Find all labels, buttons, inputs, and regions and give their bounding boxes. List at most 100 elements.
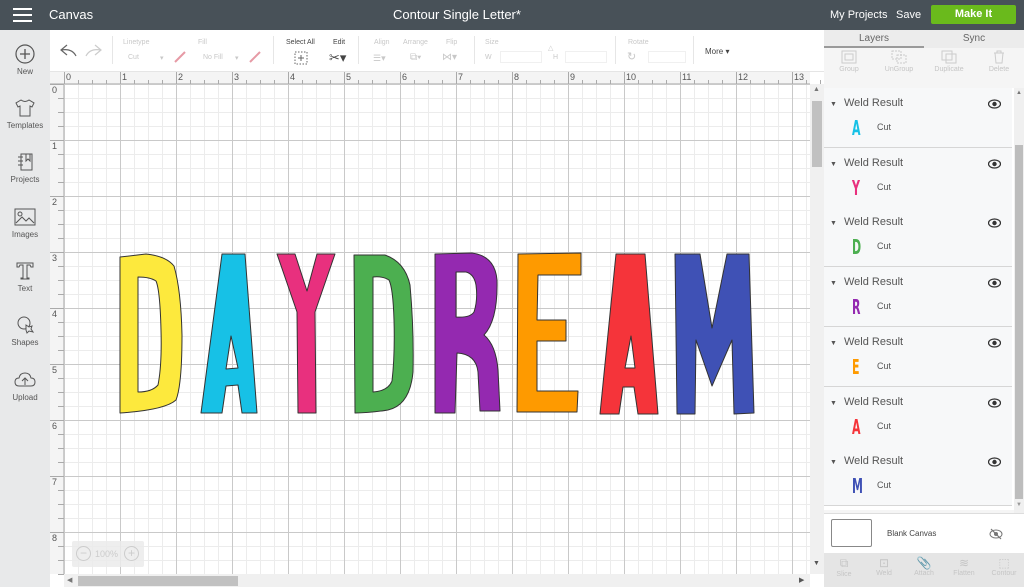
vertical-scrollbar[interactable]: ▲ ▼ (810, 84, 824, 574)
zoom-out-button[interactable]: − (76, 546, 91, 561)
ungroup-button[interactable]: UnGroup (874, 50, 924, 84)
rotate-icon[interactable]: ↻ (627, 50, 636, 63)
layer-row[interactable]: ▼ Weld Result M Cut (824, 446, 1012, 507)
layer-row[interactable]: ▼ Weld Result Y Cut (824, 147, 1012, 208)
letter-d-yellow[interactable] (119, 253, 183, 414)
sidebar-item-shapes[interactable]: Shapes (0, 315, 50, 365)
tab-sync[interactable]: Sync (924, 30, 1024, 48)
blank-canvas-swatch[interactable] (831, 519, 872, 547)
fill-dropdown-icon[interactable]: ▾ (235, 54, 239, 62)
layer-name[interactable]: Weld Result (844, 97, 903, 109)
scroll-right-icon[interactable]: ▶ (799, 576, 804, 584)
layer-thumbnail[interactable]: A (852, 415, 861, 439)
scroll-up-icon[interactable]: ▲ (813, 86, 820, 93)
expand-caret-icon[interactable]: ▼ (830, 220, 837, 227)
expand-caret-icon[interactable]: ▼ (830, 280, 837, 287)
expand-caret-icon[interactable]: ▼ (830, 101, 837, 108)
flip-icon[interactable]: ⋈▾ (442, 52, 457, 63)
letter-e-orange[interactable] (516, 252, 582, 413)
fill-color-swatch-icon[interactable] (249, 51, 261, 63)
visibility-eye-icon[interactable] (988, 457, 1001, 467)
delete-button[interactable]: Delete (974, 50, 1024, 84)
layer-name[interactable]: Weld Result (844, 396, 903, 408)
attach-button[interactable]: 📎 Attach (904, 556, 944, 577)
slice-button[interactable]: ⧉ Slice (824, 556, 864, 578)
more-menu-button[interactable]: More ▾ (705, 47, 729, 56)
layer-name[interactable]: Weld Result (844, 216, 903, 228)
scroll-left-icon[interactable]: ◀ (67, 576, 72, 584)
visibility-eye-icon[interactable] (988, 278, 1001, 288)
layer-thumbnail[interactable]: Y (852, 176, 860, 200)
layer-name[interactable]: Weld Result (844, 336, 903, 348)
visibility-eye-icon[interactable] (988, 338, 1001, 348)
layer-thumbnail[interactable]: A (852, 116, 861, 140)
align-icon[interactable]: ☰▾ (373, 53, 386, 64)
expand-caret-icon[interactable]: ▼ (830, 161, 837, 168)
letter-y-pink[interactable] (276, 253, 336, 414)
expand-caret-icon[interactable]: ▼ (830, 459, 837, 466)
layers-scroll-down-icon[interactable]: ▼ (1016, 502, 1022, 508)
fill-select[interactable]: No Fill (203, 54, 223, 61)
rotate-input[interactable] (648, 51, 686, 63)
select-all-icon[interactable] (294, 51, 308, 65)
layer-name[interactable]: Weld Result (844, 276, 903, 288)
layer-name[interactable]: Weld Result (844, 157, 903, 169)
scroll-down-icon[interactable]: ▼ (813, 560, 820, 567)
save-button[interactable]: Save (896, 9, 921, 21)
select-all-label[interactable]: Select All (286, 39, 315, 46)
weld-button[interactable]: ⊡ Weld (864, 556, 904, 577)
arrange-icon[interactable]: ⧉▾ (410, 52, 421, 63)
width-input[interactable] (500, 51, 542, 63)
contour-button[interactable]: ⬚ Contour (984, 556, 1024, 577)
sidebar-item-images[interactable]: Images (0, 207, 50, 257)
sidebar-item-new[interactable]: New (0, 44, 50, 94)
visibility-eye-icon[interactable] (988, 218, 1001, 228)
linetype-select[interactable]: Cut (128, 54, 139, 61)
letter-a-red[interactable] (599, 253, 659, 415)
layer-name[interactable]: Weld Result (844, 455, 903, 467)
design-canvas[interactable] (64, 84, 810, 574)
group-button[interactable]: Group (824, 50, 874, 84)
vertical-scroll-thumb[interactable] (812, 101, 822, 167)
redo-icon[interactable] (84, 44, 102, 58)
undo-icon[interactable] (60, 44, 78, 58)
layer-row[interactable]: ▼ Weld Result D Cut (824, 207, 1012, 268)
layer-thumbnail[interactable]: M (852, 474, 863, 498)
lock-aspect-icon[interactable]: △ (548, 44, 553, 52)
letter-a-blue[interactable] (200, 253, 258, 414)
duplicate-button[interactable]: Duplicate (924, 50, 974, 84)
horizontal-scrollbar[interactable]: ◀ ▶ (64, 574, 810, 587)
sidebar-item-templates[interactable]: Templates (0, 98, 50, 148)
layers-scrollbar[interactable]: ▲ ▼ (1014, 88, 1024, 513)
layers-scroll-thumb[interactable] (1015, 145, 1023, 499)
layer-row[interactable]: ▼ Weld Result A Cut (824, 88, 1012, 148)
sidebar-item-text[interactable]: Text (0, 261, 50, 311)
expand-caret-icon[interactable]: ▼ (830, 340, 837, 347)
layer-thumbnail[interactable]: D (852, 235, 861, 259)
visibility-eye-icon[interactable] (988, 99, 1001, 109)
expand-caret-icon[interactable]: ▼ (830, 400, 837, 407)
linetype-dropdown-icon[interactable]: ▾ (160, 54, 164, 62)
blank-canvas-row[interactable]: Blank Canvas (824, 513, 1024, 553)
edit-scissors-icon[interactable]: ✂▾ (329, 50, 346, 66)
letter-m-blue[interactable] (674, 253, 755, 415)
letter-r-purple[interactable] (434, 252, 501, 414)
horizontal-scroll-thumb[interactable] (78, 576, 238, 586)
sidebar-item-projects[interactable]: Projects (0, 152, 50, 202)
linetype-color-swatch-icon[interactable] (174, 51, 186, 63)
tab-layers[interactable]: Layers (824, 30, 924, 48)
edit-label[interactable]: Edit (333, 39, 345, 46)
flatten-button[interactable]: ≋ Flatten (944, 556, 984, 577)
layers-scroll-up-icon[interactable]: ▲ (1016, 90, 1022, 96)
my-projects-link[interactable]: My Projects (830, 9, 887, 21)
layer-thumbnail[interactable]: R (852, 295, 860, 319)
layer-row[interactable]: ▼ Weld Result E Cut (824, 326, 1012, 387)
layer-thumbnail[interactable]: E (852, 355, 860, 379)
sidebar-item-upload[interactable]: Upload (0, 370, 50, 420)
visibility-eye-icon[interactable] (988, 159, 1001, 169)
height-input[interactable] (565, 51, 607, 63)
layer-row[interactable]: ▼ Weld Result R Cut (824, 267, 1012, 328)
visibility-eye-icon[interactable] (988, 397, 1001, 408)
hidden-eye-icon[interactable] (989, 528, 1003, 540)
layer-row[interactable]: ▼ Weld Result A Cut (824, 386, 1012, 447)
